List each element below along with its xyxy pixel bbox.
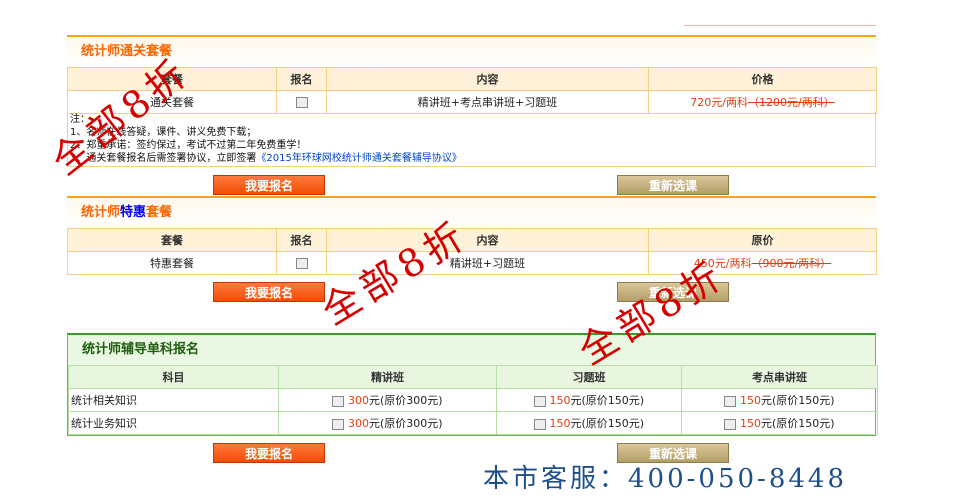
subject-name: 统计业务知识 (68, 411, 279, 435)
notes-label: 注： (70, 114, 90, 125)
col-enroll: 报名 (276, 228, 327, 252)
agreement-link[interactable]: 《2015年环球网校统计师通关套餐辅导协议》 (256, 153, 461, 164)
exercise-checkbox[interactable] (533, 418, 546, 430)
enroll-button[interactable]: 我要报名 (213, 443, 325, 463)
package-price: 720元/两科 (690, 96, 748, 109)
col-price: 价格 (648, 67, 877, 91)
note-line-2: 2、郑重承诺：签约保过，考试不过第二年免费重学！ (70, 140, 307, 151)
enroll-checkbox[interactable] (295, 97, 308, 108)
lecture-checkbox[interactable] (332, 395, 345, 407)
enroll-button[interactable]: 我要报名 (213, 175, 325, 195)
reset-button[interactable]: 重新选课 (617, 175, 729, 195)
table-header: 科目 精讲班 习题班 考点串讲班 (68, 365, 878, 389)
notes-box: 注： 1、名师在线答疑，课件、讲义免费下载； 2、郑重承诺：签约保过，考试不过第… (67, 112, 876, 167)
table-row: 统计相关知识 300元(原价300元) 150元(原价150元) 150元(原价… (68, 388, 878, 412)
section-title: 统计师特惠套餐 (67, 198, 876, 228)
lecture-checkbox[interactable] (332, 418, 345, 430)
review-checkbox[interactable] (724, 395, 737, 407)
note-line-3: 3、通关套餐报名后需签署协议，立即签署《2015年环球网校统计师通关套餐辅导协议… (70, 153, 462, 164)
col-subject: 科目 (68, 365, 279, 389)
col-price: 原价 (648, 228, 877, 252)
enroll-checkbox[interactable] (295, 258, 308, 269)
service-hotline: 本市客服：400-050-8448 (483, 464, 847, 494)
col-lecture: 精讲班 (278, 365, 497, 389)
original-price: （1200元/两科） (748, 96, 835, 109)
package-content: 精讲班+考点串讲班+习题班 (326, 90, 649, 114)
enroll-button[interactable]: 我要报名 (213, 282, 325, 302)
col-exercise: 习题班 (496, 365, 682, 389)
exercise-checkbox[interactable] (533, 395, 546, 407)
single-subject-panel: 统计师辅导单科报名 科目 精讲班 习题班 考点串讲班 统计相关知识 300元(原… (67, 333, 878, 436)
col-enroll: 报名 (276, 67, 327, 91)
top-divider (684, 25, 876, 26)
package-name: 特惠套餐 (67, 251, 277, 275)
section-title: 统计师通关套餐 (67, 37, 876, 67)
subject-name: 统计相关知识 (68, 388, 279, 412)
review-checkbox[interactable] (724, 418, 737, 430)
subject-table: 科目 精讲班 习题班 考点串讲班 统计相关知识 300元(原价300元) 150… (68, 365, 878, 435)
col-package: 套餐 (67, 228, 277, 252)
table-row: 统计业务知识 300元(原价300元) 150元(原价150元) 150元(原价… (68, 411, 878, 435)
table-row: 通关套餐 精讲班+考点串讲班+习题班 720元/两科（1200元/两科） (67, 90, 877, 114)
col-content: 内容 (326, 67, 649, 91)
note-line-1: 1、名师在线答疑，课件、讲义免费下载； (70, 127, 257, 138)
package-special-panel: 统计师特惠套餐 套餐 报名 内容 原价 特惠套餐 精讲班+习题班 450元/两科… (67, 196, 877, 275)
original-price: （900元/两科） (751, 257, 832, 270)
col-review: 考点串讲班 (681, 365, 878, 389)
table-row: 特惠套餐 精讲班+习题班 450元/两科（900元/两科） (67, 251, 877, 275)
section-title: 统计师辅导单科报名 (68, 335, 875, 365)
